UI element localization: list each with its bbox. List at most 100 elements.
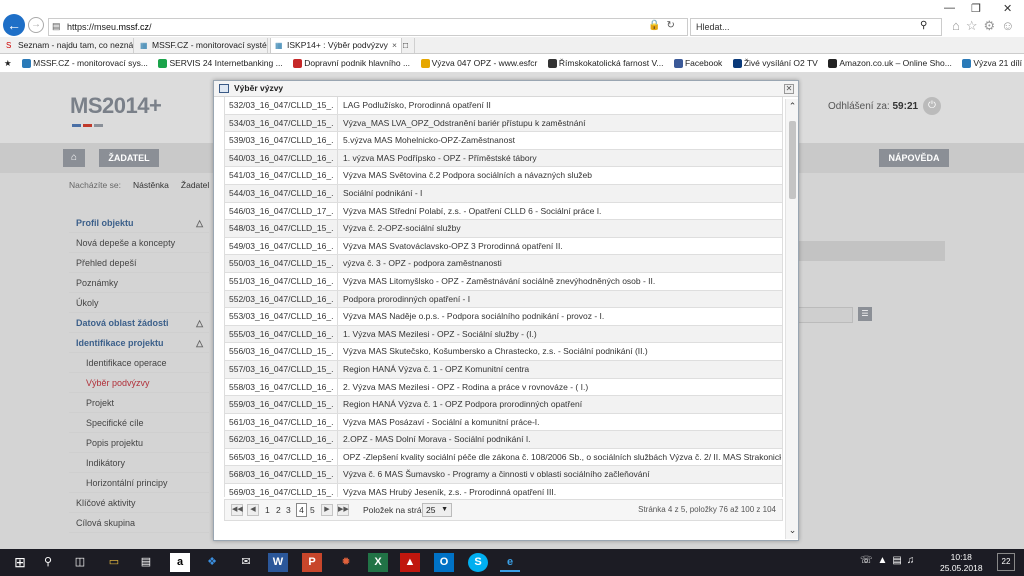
page-2[interactable]: 2 [276, 505, 281, 515]
table-row[interactable]: 559/03_16_047/CLLD_15_... Region HANÁ Výz… [225, 396, 782, 414]
chevron-up-icon[interactable]: △ [196, 213, 203, 233]
tab-iskp[interactable]: ▦ ISKP14+ : Výběr podvýzvy × [270, 38, 402, 53]
forward-arrow-icon[interactable]: → [28, 17, 44, 33]
excel-icon[interactable]: X [368, 553, 388, 572]
table-row[interactable]: 568/03_16_047/CLLD_15_... Výzva č. 6 MAS … [225, 466, 782, 485]
table-row[interactable]: 548/03_16_047/CLLD_15_... Výzva č. 2-OPZ-… [225, 220, 782, 238]
sidebar-item-projekt[interactable]: Projekt [69, 393, 209, 413]
table-row[interactable]: 539/03_16_047/CLLD_16_... 5.výzva MAS Moh… [225, 132, 782, 150]
next-page-icon[interactable]: ▶ [321, 504, 333, 516]
home-star-gear-icons[interactable]: ⌂☆⚙☺ [952, 18, 1020, 34]
search-icon[interactable]: ⚲ [38, 553, 58, 572]
sidebar-item-identifikace-projektu[interactable]: Identifikace projektu △ [69, 333, 209, 353]
table-row[interactable]: 561/03_16_047/CLLD_16_... Výzva MAS Posáz… [225, 413, 782, 432]
home-icon[interactable]: ⌂ [63, 149, 85, 167]
breadcrumb-item[interactable]: Žadatel [181, 180, 209, 190]
table-row[interactable]: 553/03_16_047/CLLD_16_... Výzva MAS Naděj… [225, 308, 782, 326]
last-page-icon[interactable]: ▶▶ [337, 504, 349, 516]
outlook-icon[interactable]: O [434, 553, 454, 572]
favorite-item[interactable]: MSSF.CZ - monitorovací sys... [22, 54, 148, 72]
sidebar-item-indikatory[interactable]: Indikátory [69, 453, 209, 473]
favorite-item[interactable]: Výzva 21 dílí 2018 pro ne... [962, 54, 1024, 72]
firefox-icon[interactable]: ✹ [336, 553, 356, 572]
page-3[interactable]: 3 [286, 505, 291, 515]
list-icon[interactable]: ☰ [858, 307, 872, 321]
sidebar-item-profil-objektu[interactable]: Profil objektu △ [69, 213, 209, 233]
back-arrow-icon[interactable]: ← [3, 14, 25, 36]
table-row[interactable]: 541/03_16_047/CLLD_16_... Výzva MAS Světo… [225, 167, 782, 185]
power-icon[interactable]: ⏻ [923, 97, 941, 115]
acrobat-icon[interactable]: ▲ [400, 553, 420, 572]
new-tab-button[interactable]: □ [403, 38, 415, 53]
dropbox-icon[interactable]: ❖ [202, 553, 222, 572]
table-row[interactable]: 557/03_16_047/CLLD_15_... Region HANÁ Výz… [225, 360, 782, 379]
scroll-down-icon[interactable]: ⌄ [787, 525, 798, 537]
table-row[interactable]: 565/03_16_047/CLLD_16_... OPZ -Zlepšení k… [225, 448, 782, 467]
search-icon[interactable]: ⚲ [920, 20, 927, 31]
table-row[interactable]: 549/03_16_047/CLLD_16_... Výzva MAS Svato… [225, 237, 782, 256]
favorite-item[interactable]: SERVIS 24 Internetbanking ... [158, 54, 283, 72]
table-row[interactable]: 555/03_16_047/CLLD_16_... 1. Výzva MAS Me… [225, 325, 782, 344]
address-bar[interactable]: https://mseu.mssf.cz/ [48, 18, 688, 36]
podvyzva-field[interactable] [795, 307, 853, 323]
close-icon[interactable]: ✕ [784, 84, 794, 94]
chevron-up-icon[interactable]: △ [196, 313, 203, 333]
favorites-star-icon[interactable]: ★ [4, 54, 12, 72]
table-row[interactable]: 550/03_16_047/CLLD_15_... výzva č. 3 - OP… [225, 255, 782, 273]
chevron-up-icon[interactable]: △ [196, 333, 203, 353]
word-icon[interactable]: W [268, 553, 288, 572]
sidebar-item-identifikace-operace[interactable]: Identifikace operace [69, 353, 209, 373]
table-row[interactable]: 569/03_16_047/CLLD_15_... Výzva MAS Hrubý… [225, 484, 782, 497]
sidebar-item-klicove-aktivity[interactable]: Klíčové aktivity [69, 493, 209, 513]
amazon-icon[interactable]: a [170, 553, 190, 572]
tab-mssf[interactable]: ▦ MSSF.CZ - monitorovací systé... [136, 38, 268, 53]
sidebar-item-ukoly[interactable]: Úkoly [69, 293, 209, 313]
taskbar-clock[interactable]: 10:18 25.05.2018 [940, 552, 983, 574]
windows-start-icon[interactable]: ⊞ [10, 553, 30, 572]
page-size-select[interactable]: 25 ▼ [422, 503, 452, 517]
table-row[interactable]: 556/03_16_047/CLLD_15_... Výzva MAS Skute… [225, 343, 782, 361]
powerpoint-icon[interactable]: P [302, 553, 322, 572]
prev-page-icon[interactable]: ◀ [247, 504, 259, 516]
task-view-icon[interactable]: ◫ [70, 553, 90, 572]
sidebar-item-vyber-podvyzvy[interactable]: Výběr podvýzvy [69, 373, 209, 393]
mail-icon[interactable]: ✉ [236, 553, 256, 572]
system-tray-icons[interactable]: ☏▲▤♫ [860, 555, 919, 566]
maximize-icon[interactable]: ❐ [971, 2, 981, 15]
napoveda-button[interactable]: NÁPOVĚDA [879, 149, 949, 167]
table-row[interactable]: 532/03_16_047/CLLD_15_... LAG Podlužísko,… [225, 97, 782, 115]
favorite-item[interactable]: Římskokatolická farnost V... [547, 54, 663, 72]
sidebar-item-specificke-cile[interactable]: Specifické cíle [69, 413, 209, 433]
vertical-scrollbar[interactable]: ⌃ ⌄ [785, 99, 798, 539]
sidebar-item-horizontalni-principy[interactable]: Horizontální principy [69, 473, 209, 493]
breadcrumb-item[interactable]: Nástěnka [133, 180, 169, 190]
table-row[interactable]: 534/03_16_047/CLLD_15_... Výzva_MAS LVA_O… [225, 114, 782, 133]
first-page-icon[interactable]: ◀◀ [231, 504, 243, 516]
favorite-item[interactable]: Dopravní podnik hlavního ... [293, 54, 410, 72]
favorite-item[interactable]: Facebook [673, 54, 722, 72]
sidebar-item-prehled-depesi[interactable]: Přehled depeší [69, 253, 209, 273]
table-row[interactable]: 562/03_16_047/CLLD_16_... 2.OPZ - MAS Dol… [225, 431, 782, 449]
tab-seznam[interactable]: S Seznam - najdu tam, co neznám [2, 38, 134, 53]
table-row[interactable]: 552/03_16_047/CLLD_16_... Podpora prorodi… [225, 290, 782, 309]
store-icon[interactable]: ▤ [136, 553, 156, 572]
sidebar-item-popis-projektu[interactable]: Popis projektu [69, 433, 209, 453]
page-5[interactable]: 5 [310, 505, 315, 515]
notifications-icon[interactable]: 22 [997, 553, 1015, 571]
table-row[interactable]: 558/03_16_047/CLLD_16_... 2. Výzva MAS Me… [225, 378, 782, 397]
zadatel-button[interactable]: ŽADATEL [99, 149, 159, 167]
scroll-up-icon[interactable]: ⌃ [787, 101, 798, 113]
search-input[interactable]: Hledat... [690, 18, 942, 36]
favorite-item[interactable]: Živé vysílání O2 TV [732, 54, 818, 72]
table-row[interactable]: 540/03_16_047/CLLD_16_... 1. výzva MAS Po… [225, 149, 782, 168]
table-row[interactable]: 544/03_16_047/CLLD_16_... Sociální podnik… [225, 184, 782, 203]
sidebar-item-cilova-skupina[interactable]: Cílová skupina [69, 513, 209, 533]
skype-icon[interactable]: S [468, 553, 488, 572]
favorite-item[interactable]: Výzva 047 OPZ - www.esfcr [420, 54, 537, 72]
minimize-icon[interactable]: — [944, 2, 955, 14]
page-1[interactable]: 1 [265, 505, 270, 515]
sidebar-item-nova-depese[interactable]: Nová depeše a koncepty [69, 233, 209, 253]
table-row[interactable]: 546/03_16_047/CLLD_17_... Výzva MAS Střed… [225, 202, 782, 221]
sidebar-item-poznamky[interactable]: Poznámky [69, 273, 209, 293]
internet-explorer-icon[interactable]: e [500, 553, 520, 572]
